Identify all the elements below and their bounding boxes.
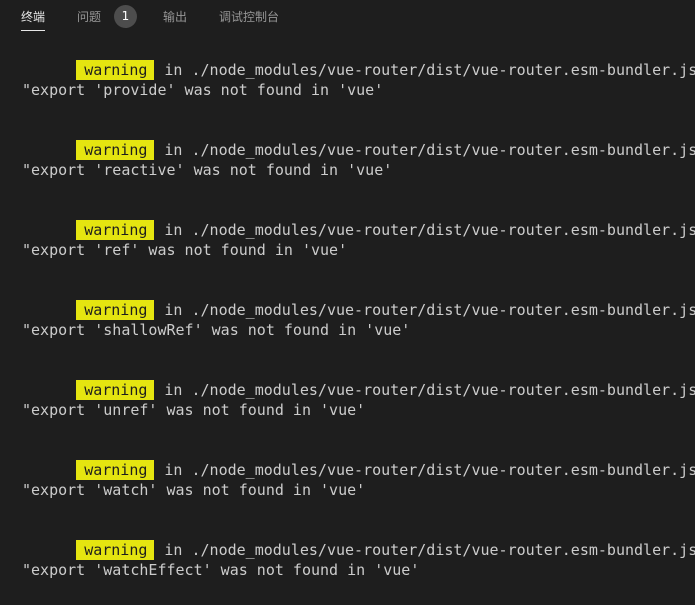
warning-tag: warning — [76, 220, 155, 240]
warning-line: warning in ./node_modules/vue-router/dist… — [22, 520, 695, 560]
tab-output-label: 输出 — [163, 10, 188, 24]
tab-output[interactable]: 输出 — [163, 8, 187, 26]
active-tab-indicator — [21, 30, 46, 31]
panel-tab-bar: 终端 问题 1 输出 调试控制台 — [0, 0, 695, 34]
warning-message: "export 'shallowRef' was not found in 'v… — [22, 321, 411, 339]
warning-message: "export 'ref' was not found in 'vue' — [22, 241, 348, 259]
tab-problems[interactable]: 问题 — [77, 8, 101, 26]
warning-tag: warning — [76, 380, 155, 400]
warning-line: warning in ./node_modules/vue-router/dist… — [22, 360, 695, 400]
warning-message: "export 'provide' was not found in 'vue' — [22, 81, 384, 99]
tab-terminal-label: 终端 — [21, 10, 46, 24]
problems-count-badge: 1 — [114, 5, 137, 28]
warning-line: warning in ./node_modules/vue-router/dist… — [22, 40, 695, 80]
warning-location: in ./node_modules/vue-router/dist/vue-ro… — [164, 381, 695, 399]
warning-location: in ./node_modules/vue-router/dist/vue-ro… — [164, 61, 695, 79]
warning-message: "export 'watch' was not found in 'vue' — [22, 481, 366, 499]
tab-debug-console[interactable]: 调试控制台 — [219, 8, 279, 26]
warning-tag: warning — [76, 300, 155, 320]
warning-location: in ./node_modules/vue-router/dist/vue-ro… — [164, 541, 695, 559]
tab-debug-console-label: 调试控制台 — [219, 10, 280, 24]
warning-line: warning in ./node_modules/vue-router/dist… — [22, 280, 695, 320]
warning-tag: warning — [76, 140, 155, 160]
warning-location: in ./node_modules/vue-router/dist/vue-ro… — [164, 141, 695, 159]
terminal-panel: 终端 问题 1 输出 调试控制台 warning in ./node_module… — [0, 0, 695, 605]
warning-location: in ./node_modules/vue-router/dist/vue-ro… — [164, 221, 695, 239]
warning-location: in ./node_modules/vue-router/dist/vue-ro… — [164, 301, 695, 319]
warning-message: "export 'watchEffect' was not found in '… — [22, 561, 420, 579]
warning-message: "export 'reactive' was not found in 'vue… — [22, 161, 393, 179]
warning-line: warning in ./node_modules/vue-router/dist… — [22, 200, 695, 240]
warning-tag: warning — [76, 540, 155, 560]
warning-message: "export 'unref' was not found in 'vue' — [22, 401, 366, 419]
tab-terminal[interactable]: 终端 — [21, 8, 46, 31]
warning-tag: warning — [76, 460, 155, 480]
tab-problems-label: 问题 — [77, 10, 102, 24]
warning-location: in ./node_modules/vue-router/dist/vue-ro… — [164, 461, 695, 479]
warning-line: warning in ./node_modules/vue-router/dist… — [22, 120, 695, 160]
warning-tag: warning — [76, 60, 155, 80]
warning-line: warning in ./node_modules/vue-router/dist… — [22, 440, 695, 480]
